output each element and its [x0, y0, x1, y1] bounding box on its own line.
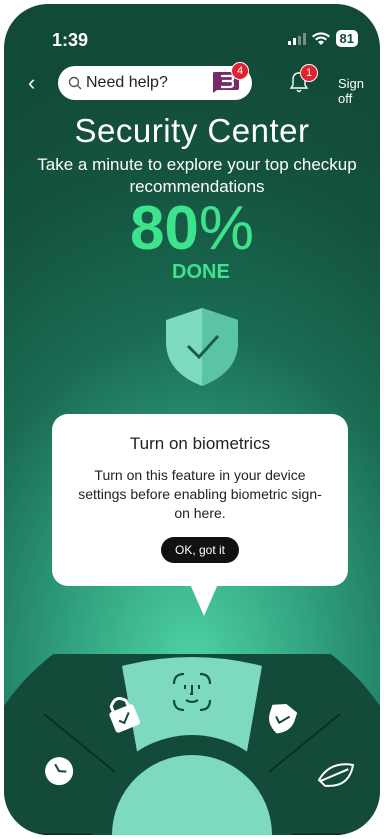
popup-tail: [190, 584, 218, 616]
progress-percent: 80%: [4, 194, 380, 264]
page-title: Security Center: [74, 112, 310, 149]
notifications-button[interactable]: 1: [288, 64, 318, 99]
phone-screen: 1:39 81 ‹ Need help? 4 1 Sign off Securi…: [4, 4, 380, 835]
status-icons: 81: [287, 30, 358, 47]
search-placeholder: Need help?: [86, 74, 168, 91]
back-button[interactable]: ‹: [28, 70, 35, 96]
checkup-wheel: [4, 654, 380, 835]
page-subtitle: Take a minute to explore your top checku…: [37, 155, 357, 196]
biometrics-popup: Turn on biometrics Turn on this feature …: [52, 414, 348, 586]
battery-indicator: 81: [335, 30, 358, 47]
popup-title: Turn on biometrics: [129, 434, 271, 453]
signal-icon: [287, 32, 306, 45]
search-icon: [68, 76, 82, 90]
chat-assistant-button[interactable]: 4: [211, 62, 249, 96]
chat-badge: 4: [231, 62, 249, 80]
top-bar: ‹ Need help? 4 1 Sign off: [4, 62, 380, 106]
status-bar: 1:39 81: [4, 4, 380, 58]
status-time: 1:39: [52, 30, 89, 50]
progress-unit: %: [198, 194, 255, 263]
popup-body: Turn on this feature in your device sett…: [78, 467, 322, 521]
shield-check-icon: [166, 308, 238, 386]
ok-got-it-button[interactable]: OK, got it: [160, 537, 240, 563]
progress-value: 80: [129, 194, 199, 263]
wifi-icon: [311, 31, 330, 45]
sign-off-link[interactable]: Sign off: [338, 76, 380, 106]
bell-badge: 1: [300, 64, 318, 82]
progress-label: DONE: [172, 261, 230, 283]
